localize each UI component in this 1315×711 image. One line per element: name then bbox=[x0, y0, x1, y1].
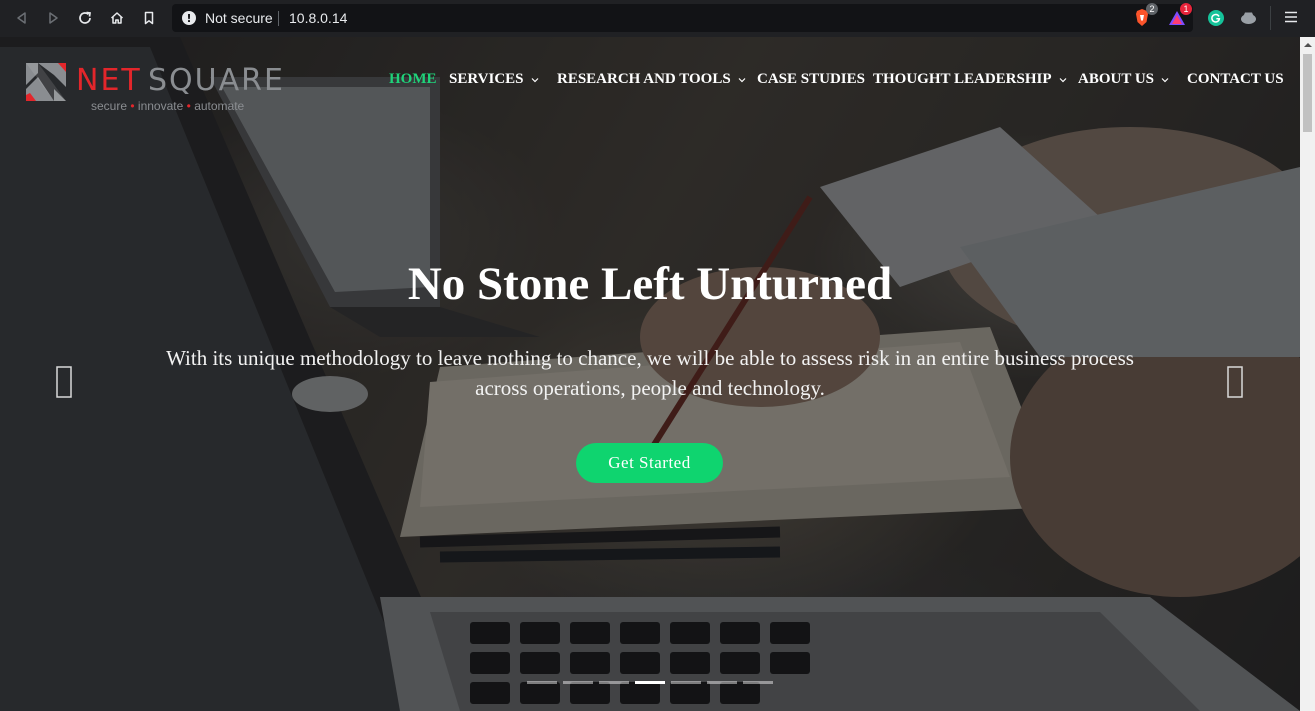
nav-item-case-studies[interactable]: CASE STUDIES bbox=[757, 71, 865, 88]
nav-item-label: SERVICES bbox=[449, 71, 524, 87]
nav-item-thought-leadership[interactable]: THOUGHT LEADERSHIP bbox=[873, 71, 1068, 88]
nav-item-label: HOME bbox=[389, 71, 437, 87]
shield-count-badge: 2 bbox=[1146, 3, 1158, 15]
carousel-next-button[interactable] bbox=[1226, 365, 1244, 399]
logo-tagline: secure • innovate • automate bbox=[91, 99, 244, 113]
chevron-down-icon bbox=[738, 78, 746, 83]
info-icon[interactable]: ! bbox=[182, 11, 196, 25]
reload-icon[interactable] bbox=[76, 9, 94, 27]
carousel-indicator[interactable] bbox=[563, 681, 593, 684]
carousel-indicator[interactable] bbox=[671, 681, 701, 684]
tagline-word: automate bbox=[194, 99, 245, 113]
bookmark-icon[interactable] bbox=[140, 9, 158, 27]
nav-item-label: RESEARCH AND TOOLS bbox=[557, 71, 731, 87]
chevron-down-icon bbox=[1161, 78, 1169, 83]
carousel-prev-button[interactable] bbox=[55, 365, 73, 399]
get-started-button[interactable]: Get Started bbox=[576, 443, 723, 483]
carousel-indicator[interactable] bbox=[743, 681, 773, 684]
divider bbox=[278, 11, 279, 26]
forward-icon[interactable] bbox=[44, 9, 62, 27]
hero-description: With its unique methodology to leave not… bbox=[166, 346, 1134, 400]
browser-toolbar: ! Not secure 10.8.0.14 2 1 bbox=[0, 0, 1315, 37]
toolbar-divider bbox=[1270, 6, 1271, 30]
rewards-count-badge: 1 bbox=[1180, 3, 1192, 15]
nav-item-label: ABOUT US bbox=[1078, 71, 1154, 87]
scroll-up-arrow-icon[interactable] bbox=[1300, 37, 1315, 52]
back-icon[interactable] bbox=[13, 9, 31, 27]
scrollbar-thumb[interactable] bbox=[1303, 54, 1312, 132]
nav-item-label: CONTACT US bbox=[1187, 71, 1284, 87]
nav-item-home[interactable]: HOME bbox=[389, 71, 437, 88]
chevron-left-icon bbox=[56, 366, 72, 398]
nav-item-contact-us[interactable]: CONTACT US bbox=[1187, 71, 1284, 88]
nav-item-about-us[interactable]: ABOUT US bbox=[1078, 71, 1170, 88]
nav-item-label: THOUGHT LEADERSHIP bbox=[873, 71, 1052, 87]
carousel-indicator[interactable] bbox=[707, 681, 737, 684]
chevron-down-icon bbox=[1059, 78, 1066, 83]
nav-item-label: CASE STUDIES bbox=[757, 71, 865, 87]
menu-icon[interactable] bbox=[1284, 10, 1298, 24]
nav-item-research-and-tools[interactable]: RESEARCH AND TOOLS bbox=[557, 71, 747, 88]
page-scrollbar[interactable] bbox=[1300, 37, 1315, 711]
carousel-indicator-active[interactable] bbox=[635, 681, 665, 684]
hero-title: No Stone Left Unturned bbox=[407, 258, 893, 310]
url-text[interactable]: 10.8.0.14 bbox=[289, 10, 347, 26]
grammarly-icon[interactable] bbox=[1208, 10, 1224, 26]
security-label[interactable]: Not secure bbox=[205, 10, 273, 26]
hero-carousel: NET SQUARE secure • innovate • automate … bbox=[0, 37, 1300, 711]
tagline-word: secure bbox=[91, 99, 128, 113]
chevron-down-icon bbox=[531, 78, 538, 83]
tagline-word: innovate bbox=[137, 99, 184, 113]
incognito-extension-icon[interactable] bbox=[1240, 11, 1257, 25]
chevron-right-icon bbox=[1227, 366, 1243, 398]
address-bar[interactable]: ! Not secure 10.8.0.14 bbox=[172, 4, 1193, 32]
main-navigation: HOME SERVICES RESEARCH AND TOOLS CASE ST… bbox=[0, 71, 1300, 91]
carousel-indicator[interactable] bbox=[599, 681, 629, 684]
tagline-dot: • bbox=[130, 99, 138, 113]
home-icon[interactable] bbox=[108, 9, 126, 27]
nav-item-services[interactable]: SERVICES bbox=[449, 71, 540, 88]
carousel-indicator[interactable] bbox=[527, 681, 557, 684]
